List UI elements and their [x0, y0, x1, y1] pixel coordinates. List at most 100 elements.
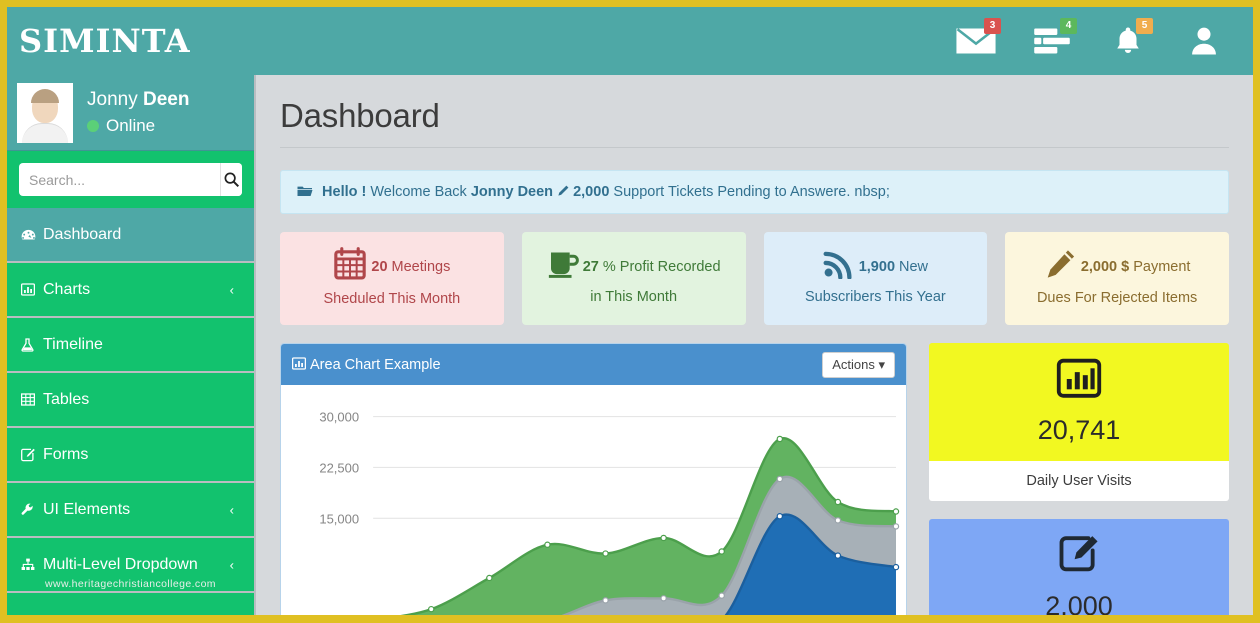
folder-open-icon: [297, 184, 317, 200]
avatar: [17, 83, 73, 143]
stat-label: Daily User Visits: [929, 461, 1229, 501]
pencil-icon: [557, 184, 573, 200]
messages-badge: 3: [984, 18, 1001, 34]
search-box[interactable]: [19, 163, 242, 196]
calendar-icon: [333, 247, 367, 288]
area-chart-svg: 15,000 22,500 30,000: [281, 385, 906, 616]
header-icon-group: 3 4 5: [949, 17, 1231, 65]
profile-name: Jonny Deen: [87, 89, 189, 112]
notifications-button[interactable]: 5: [1101, 17, 1155, 65]
bar-chart-icon: [21, 283, 41, 296]
body-wrapper: Jonny Deen Online: [7, 75, 1253, 616]
stat-card-top: 20,741: [929, 343, 1229, 461]
stat-card-daily-visits[interactable]: 20,741 Daily User Visits: [929, 343, 1229, 501]
alert-welcome: Welcome Back: [366, 184, 471, 200]
actions-label: Actions: [832, 357, 875, 372]
stat-card-secondary[interactable]: 2,000: [929, 519, 1229, 616]
pencil-square-box-icon: [1057, 534, 1101, 581]
stat-number: 2,000: [1045, 591, 1113, 616]
sidebar-profile: Jonny Deen Online: [7, 75, 254, 151]
card-value: 1,900: [859, 257, 895, 278]
sidebar-item-label: Multi-Level Dropdown: [43, 556, 198, 574]
user-icon: [1184, 24, 1224, 58]
card-value: 2,000 $: [1081, 257, 1129, 278]
sidebar: Jonny Deen Online: [7, 75, 256, 616]
sidebar-item-label: Timeline: [43, 336, 103, 354]
profile-first-name: Jonny: [87, 89, 143, 110]
stat-card-top: 2,000: [929, 519, 1229, 616]
chevron-left-icon: ‹: [230, 282, 234, 297]
stat-number: 20,741: [1038, 415, 1121, 446]
sidebar-item-ui-elements[interactable]: UI Elements ‹: [7, 483, 254, 538]
chevron-down-icon: ▾: [878, 357, 885, 372]
app-window: SIMINTA 3 4: [0, 0, 1260, 623]
messages-button[interactable]: 3: [949, 17, 1003, 65]
sidebar-item-dashboard[interactable]: Dashboard: [7, 208, 254, 263]
card-value: 27: [583, 257, 599, 278]
pencil-square-icon: [21, 448, 41, 462]
svg-text:30,000: 30,000: [319, 410, 359, 425]
area-chart-panel: Area Chart Example Actions ▾ 15,000 22,50…: [280, 343, 907, 616]
page-title: Dashboard: [280, 97, 1229, 148]
top-header: SIMINTA 3 4: [7, 7, 1253, 75]
svg-text:22,500: 22,500: [319, 460, 359, 475]
chevron-left-icon: ‹: [230, 557, 234, 572]
card-text: Sheduled This Month: [323, 289, 460, 310]
tasks-button[interactable]: 4: [1025, 17, 1079, 65]
panel-header: Area Chart Example Actions ▾: [281, 344, 906, 385]
sidebar-search-row: [7, 151, 254, 208]
stat-column: 20,741 Daily User Visits 2,000: [929, 343, 1229, 616]
pencil-icon: [1044, 248, 1077, 287]
flask-icon: [21, 338, 41, 352]
sidebar-item-label: Charts: [43, 281, 90, 299]
bar-chart-box-icon: [1056, 358, 1102, 405]
sidebar-item-tables[interactable]: Tables: [7, 373, 254, 428]
sidebar-item-label: Tables: [43, 391, 89, 409]
main-content: Dashboard Hello ! Welcome Back Jonny Dee…: [256, 75, 1253, 616]
alert-tail: Support Tickets Pending to Answere. nbsp…: [609, 184, 890, 200]
search-icon: [223, 171, 240, 188]
card-text: in This Month: [590, 287, 677, 308]
area-chart[interactable]: 15,000 22,500 30,000: [281, 385, 906, 616]
table-icon: [21, 393, 41, 406]
alert-user: Jonny Deen: [471, 184, 553, 200]
alert-amount: 2,000: [573, 184, 609, 200]
info-card-payment-dues[interactable]: 2,000 $ Payment Dues For Rejected Items: [1005, 232, 1229, 325]
user-menu-button[interactable]: [1177, 17, 1231, 65]
card-unit: % Profit Recorded: [603, 257, 721, 278]
panel-row: Area Chart Example Actions ▾ 15,000 22,50…: [280, 343, 1229, 616]
sidebar-item-timeline[interactable]: Timeline: [7, 318, 254, 373]
card-text: Dues For Rejected Items: [1037, 288, 1197, 309]
sidebar-item-charts[interactable]: Charts ‹: [7, 263, 254, 318]
sitemap-icon: [21, 558, 41, 571]
info-card-meetings[interactable]: 20 Meetings Sheduled This Month: [280, 232, 504, 325]
card-value: 20: [371, 257, 387, 278]
sidebar-item-label: UI Elements: [43, 501, 130, 519]
card-text: Subscribers This Year: [805, 287, 946, 308]
sidebar-item-label: Forms: [43, 446, 88, 464]
sidebar-item-label: Dashboard: [43, 226, 121, 244]
info-card-profit[interactable]: 27 % Profit Recorded in This Month: [522, 232, 746, 325]
sidebar-item-forms[interactable]: Forms: [7, 428, 254, 483]
actions-dropdown-button[interactable]: Actions ▾: [822, 352, 895, 378]
alert-hello: Hello !: [322, 184, 366, 200]
card-unit: Payment: [1133, 257, 1190, 278]
wrench-icon: [21, 503, 41, 517]
card-unit: New: [899, 257, 928, 278]
online-dot-icon: [87, 120, 99, 132]
brand-logo: SIMINTA: [19, 22, 191, 60]
bar-chart-icon: [292, 357, 306, 373]
profile-last-name: Deen: [143, 89, 189, 110]
profile-status: Online: [87, 116, 189, 136]
welcome-alert: Hello ! Welcome Back Jonny Deen 2,000 Su…: [280, 170, 1229, 214]
dashboard-icon: [21, 228, 41, 241]
rss-icon: [823, 249, 855, 286]
tasks-badge: 4: [1060, 18, 1077, 34]
svg-text:15,000: 15,000: [319, 511, 359, 526]
sidebar-item-multi-level-dropdown[interactable]: Multi-Level Dropdown ‹: [7, 538, 254, 593]
search-input[interactable]: [19, 163, 220, 196]
panel-title: Area Chart Example: [310, 357, 441, 373]
search-button[interactable]: [220, 163, 242, 196]
info-card-row: 20 Meetings Sheduled This Month 27 % Pro…: [280, 232, 1229, 325]
info-card-subscribers[interactable]: 1,900 New Subscribers This Year: [764, 232, 988, 325]
